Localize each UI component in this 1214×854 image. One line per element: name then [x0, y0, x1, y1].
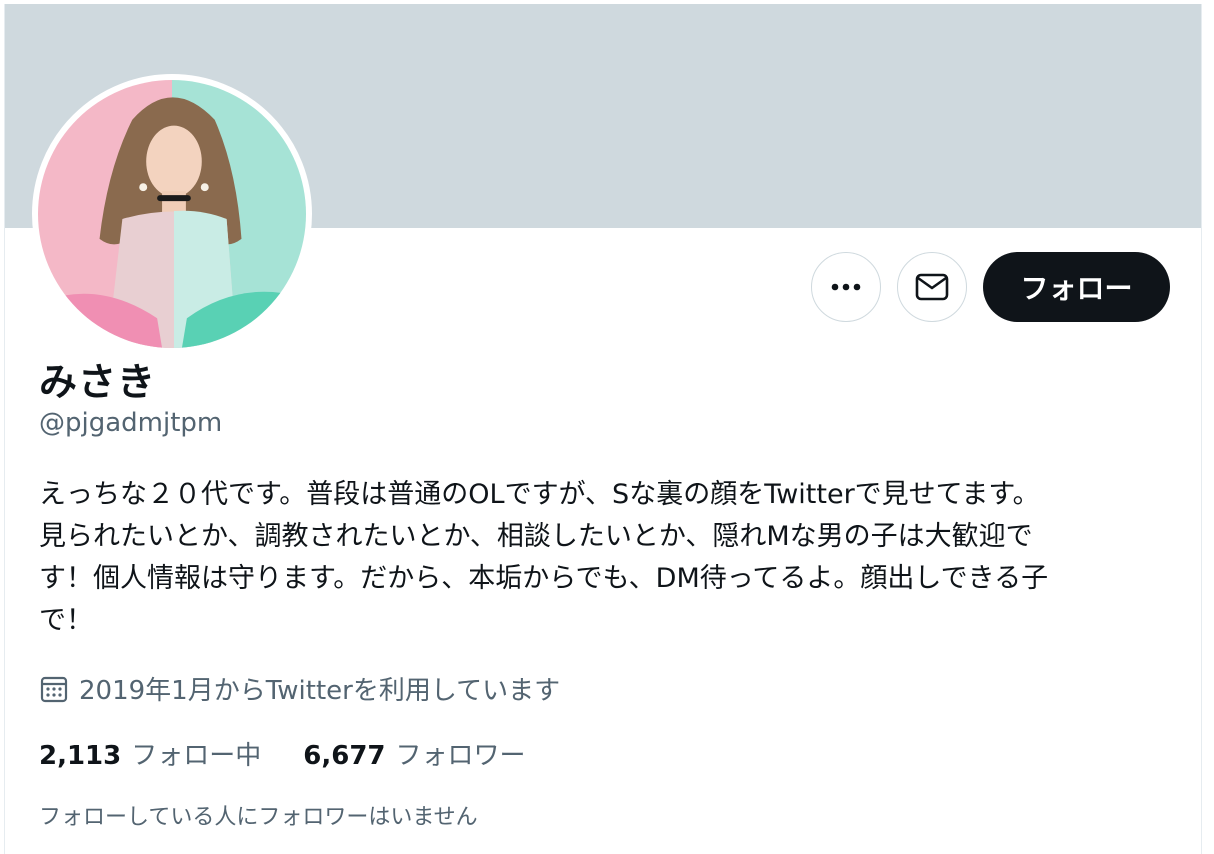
follow-button[interactable]: フォロー	[983, 252, 1170, 322]
joined-text: 2019年1月からTwitterを利用しています	[79, 676, 561, 706]
calendar-icon	[40, 676, 68, 702]
profile-display-name: みさき	[39, 360, 157, 404]
message-button[interactable]	[897, 252, 967, 322]
envelope-icon	[915, 273, 949, 301]
following-label: フォロー中	[131, 741, 262, 771]
followers-link[interactable]: 6,677 フォロワー	[303, 735, 525, 772]
followers-label: フォロワー	[395, 741, 526, 771]
joined-date: 2019年1月からTwitterを利用しています	[39, 670, 560, 707]
profile-actions: フォロー	[811, 252, 1170, 322]
followed-by-note: フォローしている人にフォロワーはいません	[39, 805, 478, 830]
followers-count: 6,677	[303, 741, 386, 771]
profile-bio: えっちな２０代です。普段は普通のOLですが、Sな裏の顔をTwitterで見せてま…	[39, 479, 1049, 636]
avatar-image	[38, 80, 306, 348]
more-dots-icon	[831, 283, 861, 291]
more-button[interactable]	[811, 252, 881, 322]
profile-panel: フォロー みさき @pjgadmjtpm えっちな２０代です。普段は普通のOLで…	[4, 4, 1202, 854]
profile-handle: @pjgadmjtpm	[39, 408, 223, 438]
following-count: 2,113	[39, 741, 122, 771]
following-link[interactable]: 2,113 フォロー中	[39, 735, 261, 772]
profile-avatar[interactable]	[32, 74, 312, 354]
follow-stats: 2,113 フォロー中 6,677 フォロワー	[39, 735, 526, 772]
